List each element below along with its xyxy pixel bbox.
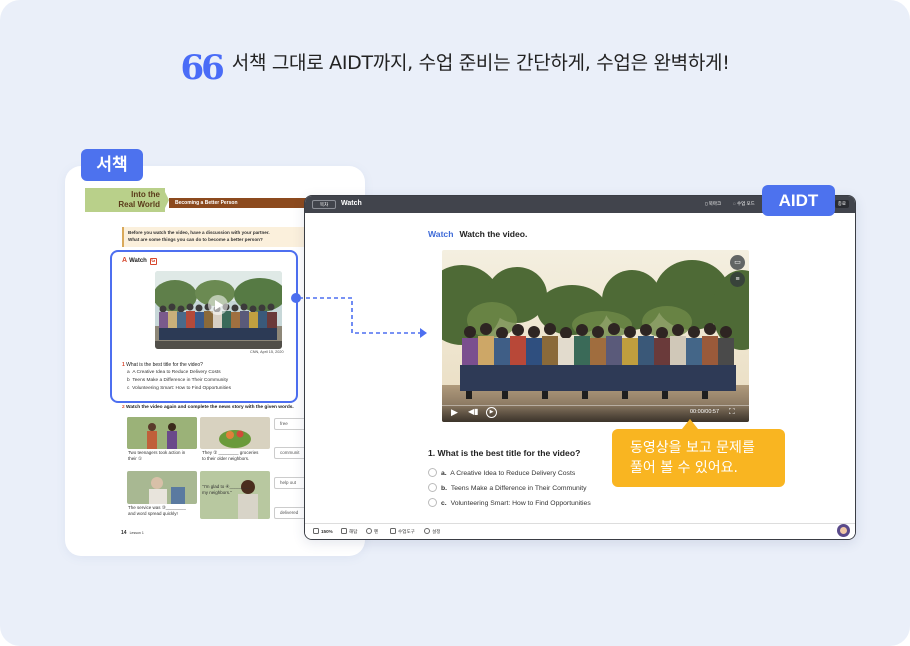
script-icon[interactable]: ≡ [730, 272, 745, 287]
promo-canvas: 66 서책 그대로 AIDT까지, 수업 준비는 간단하게, 수업은 완벽하게! … [0, 0, 910, 646]
aidt-tag: AIDT [762, 185, 835, 216]
caption-line2: and word spread quickly! [128, 511, 178, 516]
avatar[interactable] [837, 524, 850, 537]
bookmark-button[interactable]: ▯ 북마크 [705, 201, 721, 207]
watch-instruction: Watch the video. [459, 229, 528, 239]
opt-letter: a. [441, 470, 447, 477]
photo-3-image [127, 471, 197, 504]
class-mode-button[interactable]: ◌ 수업 모드 [733, 201, 755, 207]
radio-b[interactable] [428, 483, 437, 492]
option-b[interactable]: b. Teens Make a Difference in Their Comm… [428, 483, 587, 492]
answer-button[interactable]: 해답 [341, 528, 357, 535]
tools-button[interactable]: 수업도구 [390, 528, 415, 535]
zoom-button[interactable]: 150% [313, 528, 333, 534]
photo-3 [127, 471, 197, 504]
fullscreen-icon[interactable]: ⛶ [729, 407, 735, 417]
radio-a[interactable] [428, 468, 437, 477]
video-controls: ▶ ◀▮ ▶ 00:00/00:57 ⛶ [442, 404, 749, 422]
end-button[interactable]: 종료 [834, 200, 849, 208]
q2-text: Watch the video again and complete the n… [126, 405, 294, 410]
pen-icon [366, 528, 372, 534]
into-line1: Into the [131, 190, 160, 199]
opt-letter: b. [441, 485, 448, 492]
watch-heading: Watch Watch the video. [428, 229, 527, 239]
subtitles-icon[interactable]: ▭ [730, 255, 745, 270]
option-a[interactable]: a. A Creative Idea to Reduce Delivery Co… [428, 468, 575, 477]
opt-text: Volunteering Smart: How to Find Opportun… [450, 500, 591, 507]
headline: 66 서책 그대로 AIDT까지, 수업 준비는 간단하게, 수업은 완벽하게! [0, 48, 910, 88]
class-mode-label: 수업 모드 [736, 201, 755, 206]
opt-text: Teens Make a Difference in Their Communi… [450, 485, 587, 492]
book-tag: 서책 [81, 149, 143, 181]
video-player[interactable]: ▭ ≡ ▶ ◀▮ ▶ 00:00/00:57 ⛶ [442, 250, 749, 422]
tools-icon [390, 528, 396, 534]
pen-label: 펜 [374, 529, 379, 534]
pen-button[interactable]: 펜 [366, 528, 378, 535]
aidt-window: 목차 Watch ▯ 북마크 ◌ 수업 모드 종료 Watch Watch the… [304, 195, 856, 540]
video-frame-image [442, 250, 749, 422]
tooltip-line1: 동영상을 보고 문제를 [630, 440, 755, 456]
playback-speed-icon[interactable]: ▶ [486, 407, 497, 418]
page-number: 14 Lesson 1 [121, 530, 144, 536]
caption-line2: to their older neighbors. [202, 456, 250, 461]
caption-line2: their ① [128, 456, 143, 461]
pre-line1: Before you watch the video, have a discu… [128, 230, 270, 235]
answer-icon [341, 528, 347, 534]
page-num-value: 14 [121, 530, 127, 536]
question-text: 1. What is the best title for the video? [428, 448, 581, 458]
photo-2-image [200, 417, 270, 449]
settings-button[interactable]: 설정 [424, 528, 440, 535]
photo-2-caption: They ② ________ groceries to their older … [202, 450, 258, 462]
pre-watch-box: Before you watch the video, have a discu… [122, 227, 306, 247]
into-line2: Real World [118, 200, 160, 209]
book-question-2: 2 Watch the video again and complete the… [122, 405, 294, 410]
photo-1-caption: Two teenagers took action in their ① [128, 450, 185, 462]
watch-label: Watch [428, 229, 454, 239]
volume-icon[interactable]: ◀▮ [468, 407, 479, 416]
quote-mark-icon: 66 [180, 48, 224, 88]
into-real-world-banner: Into the Real World [85, 188, 165, 212]
caption-line2: my neighbors." [202, 490, 232, 495]
book-highlight-frame [110, 250, 298, 403]
radio-c[interactable] [428, 498, 437, 507]
settings-label: 설정 [432, 529, 441, 534]
headline-text: 서책 그대로 AIDT까지, 수업 준비는 간단하게, 수업은 완벽하게! [231, 52, 730, 74]
answer-label: 해답 [349, 529, 358, 534]
opt-letter: c. [441, 500, 447, 507]
photo-4-caption: "I'm glad to ④________ my neighbors." [202, 484, 250, 496]
zoom-icon [313, 528, 319, 534]
connector-arrow [299, 297, 427, 338]
photo-1-image [127, 417, 197, 449]
topbar-title: Watch [341, 200, 362, 207]
photo-3-caption: The service was ③________ and word spread… [128, 505, 186, 517]
tooltip-line2: 풀어 볼 수 있어요. [630, 460, 738, 476]
bookmark-label: 북마크 [708, 201, 722, 206]
bottom-toolbar: 150% 해답 펜 수업도구 설정 [305, 523, 855, 539]
pre-line2: What are some things you can do to becom… [128, 237, 263, 242]
photo-2 [200, 417, 270, 449]
contents-button[interactable]: 목차 [312, 200, 336, 209]
page-lesson: Lesson 1 [129, 531, 144, 535]
option-c[interactable]: c. Volunteering Smart: How to Find Oppor… [428, 498, 591, 507]
video-time: 00:00/00:57 [690, 409, 720, 415]
opt-text: A Creative Idea to Reduce Delivery Costs [450, 470, 576, 477]
play-icon[interactable]: ▶ [451, 407, 458, 418]
tools-label: 수업도구 [398, 529, 415, 534]
tooltip-callout: 동영상을 보고 문제를 풀어 볼 수 있어요. [612, 419, 785, 487]
gear-icon [424, 528, 430, 534]
zoom-value: 150% [321, 529, 333, 534]
q2-num: 2 [122, 405, 125, 410]
photo-1 [127, 417, 197, 449]
